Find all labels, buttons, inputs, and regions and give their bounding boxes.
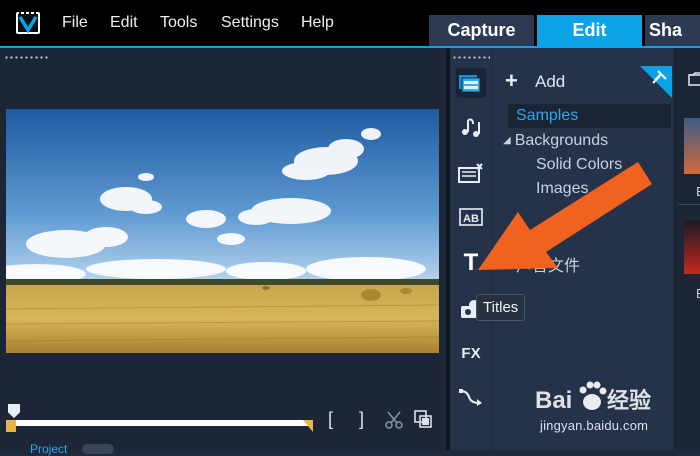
tab-capture[interactable]: Capture (429, 15, 534, 46)
svg-text:Bai: Bai (535, 387, 572, 414)
preview-landscape-image (6, 109, 439, 353)
enlarge-preview-icon[interactable] (414, 410, 432, 428)
menu-bar: File Edit Tools Settings Help Capture Ed… (0, 0, 700, 46)
library-thumbnail-strip: E E (674, 48, 700, 450)
menu-file[interactable]: File (62, 14, 88, 32)
trim-end-handle[interactable] (303, 420, 313, 432)
project-label[interactable]: Project (30, 442, 67, 456)
menu-settings[interactable]: Settings (221, 14, 279, 32)
split-clip-icon[interactable] (384, 410, 404, 430)
thumbnail-label: E (696, 184, 700, 199)
tree-item-backgrounds[interactable]: ◢ Backgrounds (503, 132, 608, 150)
app-logo-icon (16, 12, 40, 34)
svg-text:经验: 经验 (607, 388, 651, 413)
thumbnail-red-sky[interactable] (684, 220, 700, 274)
music-icon[interactable] (456, 112, 486, 142)
mark-out-icon[interactable]: ] (359, 409, 364, 430)
media-icon[interactable] (456, 68, 486, 98)
tree-item-label: Backgrounds (514, 132, 609, 149)
menu-help[interactable]: Help (301, 14, 334, 32)
collapse-triangle-icon[interactable]: ◢ (503, 135, 511, 146)
project-timecode (82, 444, 114, 454)
annotation-arrow-icon (478, 162, 652, 270)
video-preview[interactable] (6, 109, 439, 353)
watermark-url: jingyan.baidu.com (540, 418, 649, 433)
add-label: Add (535, 72, 566, 91)
folder-icon[interactable] (688, 72, 700, 86)
fx-filter-icon[interactable]: FX (456, 338, 486, 368)
path-motion-icon[interactable] (456, 382, 486, 412)
menu-edit[interactable]: Edit (110, 14, 138, 32)
panel-grip[interactable] (4, 56, 48, 59)
tab-share[interactable]: Sha (645, 15, 700, 46)
menu-tools[interactable]: Tools (160, 14, 197, 32)
pin-panel-icon[interactable] (640, 66, 672, 98)
baidu-paw-logo: Bai 经验 (535, 381, 651, 414)
panel-grip[interactable] (452, 56, 490, 59)
thumbnail-label: E (696, 286, 700, 301)
mark-in-icon[interactable]: [ (328, 409, 333, 430)
trim-start-handle[interactable] (6, 420, 16, 432)
player-panel: [ ] Project (0, 48, 446, 456)
tree-item-samples[interactable]: Samples (508, 104, 671, 128)
titles-tooltip: Titles (476, 294, 526, 321)
tab-edit[interactable]: Edit (537, 15, 642, 46)
svg-text:AB: AB (463, 213, 479, 225)
plus-icon: + (505, 68, 518, 93)
thumbnail-sunset[interactable] (684, 118, 700, 174)
trim-bar[interactable] (10, 420, 310, 426)
thumb-divider (678, 204, 700, 205)
playhead-marker[interactable] (8, 404, 20, 418)
